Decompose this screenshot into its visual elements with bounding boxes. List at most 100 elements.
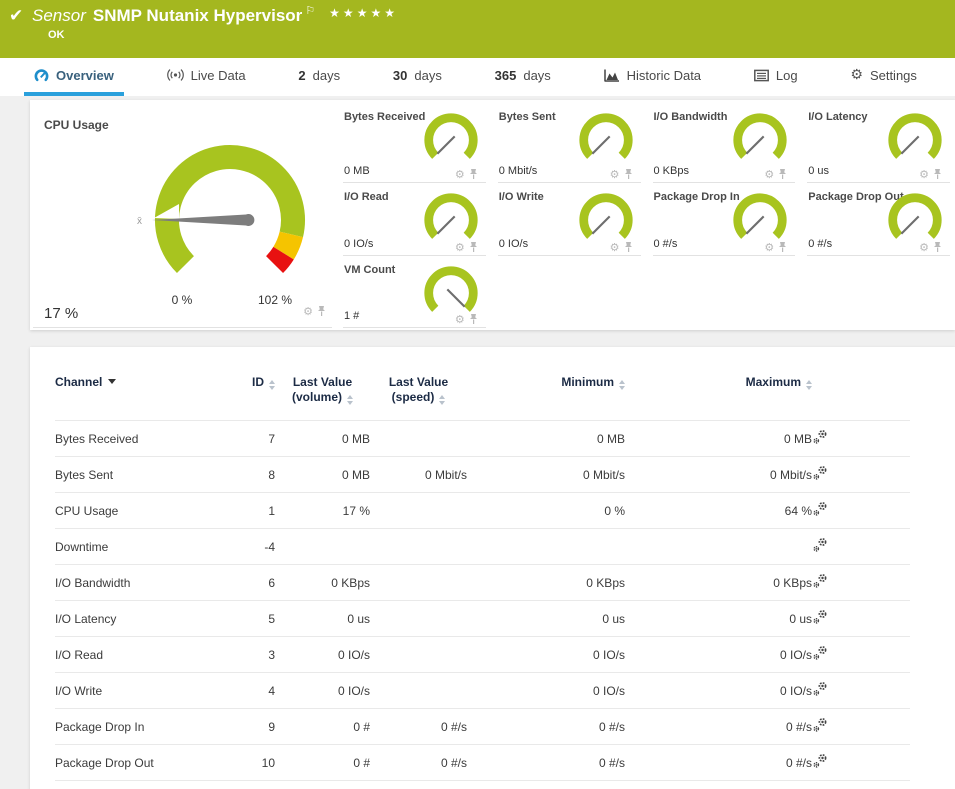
pin-icon[interactable] bbox=[778, 168, 787, 180]
pin-icon[interactable] bbox=[469, 241, 478, 253]
gauge-cell-cpu-usage[interactable]: CPU Usage x̄ 17 % 0 % 102 % ⚙ bbox=[33, 103, 332, 328]
gauge-cell-i-o-latency[interactable]: I/O Latency 0 us ⚙ bbox=[807, 103, 950, 183]
column-header-maximum[interactable]: Maximum bbox=[625, 375, 812, 421]
gear-icon[interactable]: ⚙ bbox=[455, 314, 465, 325]
gauge-value: 0 IO/s bbox=[344, 238, 373, 250]
cell-last-value-speed bbox=[370, 565, 467, 601]
channel-settings-button[interactable] bbox=[812, 709, 910, 745]
gauge-cell-tools: ⚙ bbox=[610, 168, 633, 180]
cell-maximum: 64 % bbox=[625, 493, 812, 529]
gear-icon[interactable]: ⚙ bbox=[303, 306, 313, 317]
gauge-cell-package-drop-out[interactable]: Package Drop Out 0 #/s ⚙ bbox=[807, 183, 950, 256]
sensor-title: SNMP Nutanix Hypervisor bbox=[93, 6, 302, 25]
gauge-cell-i-o-write[interactable]: I/O Write 0 IO/s ⚙ bbox=[498, 183, 641, 256]
pin-icon[interactable] bbox=[933, 168, 942, 180]
cell-minimum: 0 % bbox=[467, 493, 625, 529]
cell-maximum: 0 IO/s bbox=[625, 637, 812, 673]
cell-id: 10 bbox=[245, 745, 275, 781]
channel-row-package-drop-out[interactable]: Package Drop Out 10 0 # 0 #/s 0 #/s 0 #/… bbox=[55, 745, 910, 781]
pin-icon[interactable] bbox=[469, 168, 478, 180]
log-lines-icon bbox=[754, 69, 769, 82]
gauge-value: 0 #/s bbox=[654, 238, 678, 250]
channel-settings-button[interactable] bbox=[812, 745, 910, 781]
gauge-value: 1 # bbox=[344, 310, 359, 322]
channel-row-cpu-usage[interactable]: CPU Usage 1 17 % 0 % 64 % bbox=[55, 493, 910, 529]
gauge-value: 0 MB bbox=[344, 165, 370, 177]
channel-settings-button[interactable] bbox=[812, 673, 910, 709]
column-header-last-value-speed[interactable]: Last Value(speed) bbox=[370, 375, 467, 421]
channel-settings-button[interactable] bbox=[812, 529, 910, 565]
gauge-cell-tools: ⚙ bbox=[610, 241, 633, 253]
flag-icon[interactable]: ⚐ bbox=[305, 5, 315, 17]
gauge-label: I/O Latency bbox=[808, 111, 867, 123]
pin-icon[interactable] bbox=[469, 313, 478, 325]
mini-gauge bbox=[884, 111, 946, 173]
cell-last-value-volume: 0 IO/s bbox=[275, 673, 370, 709]
gear-icon[interactable]: ⚙ bbox=[764, 242, 774, 253]
cell-last-value-volume: 0 MB bbox=[275, 457, 370, 493]
pin-icon[interactable] bbox=[624, 168, 633, 180]
channel-row-bytes-sent[interactable]: Bytes Sent 8 0 MB 0 Mbit/s 0 Mbit/s 0 Mb… bbox=[55, 457, 910, 493]
channel-settings-button[interactable] bbox=[812, 637, 910, 673]
gauge-cell-package-drop-in[interactable]: Package Drop In 0 #/s ⚙ bbox=[653, 183, 796, 256]
tab-live-data[interactable]: Live Data bbox=[157, 58, 256, 96]
channel-gears-icon bbox=[812, 501, 828, 517]
cell-maximum bbox=[625, 529, 812, 565]
mini-gauge bbox=[729, 111, 791, 173]
gear-icon[interactable]: ⚙ bbox=[455, 242, 465, 253]
pin-icon[interactable] bbox=[317, 305, 326, 317]
priority-stars[interactable]: ★★★★★ bbox=[329, 6, 398, 20]
gear-icon[interactable]: ⚙ bbox=[610, 242, 620, 253]
gear-icon[interactable]: ⚙ bbox=[919, 242, 929, 253]
cell-channel: Package Drop Out bbox=[55, 745, 245, 781]
cell-maximum: 0 us bbox=[625, 601, 812, 637]
gauge-cell-i-o-bandwidth[interactable]: I/O Bandwidth 0 KBps ⚙ bbox=[653, 103, 796, 183]
channel-row-i-o-bandwidth[interactable]: I/O Bandwidth 6 0 KBps 0 KBps 0 KBps bbox=[55, 565, 910, 601]
gear-icon[interactable]: ⚙ bbox=[455, 169, 465, 180]
column-header-channel[interactable]: Channel bbox=[55, 375, 245, 421]
gauge-label: Bytes Received bbox=[344, 111, 425, 123]
gear-icon[interactable]: ⚙ bbox=[764, 169, 774, 180]
channel-settings-button[interactable] bbox=[812, 493, 910, 529]
channel-row-i-o-latency[interactable]: I/O Latency 5 0 us 0 us 0 us bbox=[55, 601, 910, 637]
channel-settings-button[interactable] bbox=[812, 601, 910, 637]
gauge-cell-i-o-read[interactable]: I/O Read 0 IO/s ⚙ bbox=[343, 183, 486, 256]
column-header-minimum[interactable]: Minimum bbox=[467, 375, 625, 421]
gauge-cell-bytes-sent[interactable]: Bytes Sent 0 Mbit/s ⚙ bbox=[498, 103, 641, 183]
cell-id: 9 bbox=[245, 709, 275, 745]
tab-settings[interactable]: ⚙ Settings bbox=[840, 58, 927, 96]
pin-icon[interactable] bbox=[778, 241, 787, 253]
cell-last-value-volume bbox=[275, 529, 370, 565]
channel-row-i-o-write[interactable]: I/O Write 4 0 IO/s 0 IO/s 0 IO/s bbox=[55, 673, 910, 709]
pin-icon[interactable] bbox=[933, 241, 942, 253]
tab-30-days[interactable]: 30 days bbox=[383, 58, 452, 96]
gauge-cell-bytes-received[interactable]: Bytes Received 0 MB ⚙ bbox=[343, 103, 486, 183]
cell-last-value-speed: 0 Mbit/s bbox=[370, 457, 467, 493]
channel-row-downtime[interactable]: Downtime -4 bbox=[55, 529, 910, 565]
channel-row-package-drop-in[interactable]: Package Drop In 9 0 # 0 #/s 0 #/s 0 #/s bbox=[55, 709, 910, 745]
tab-2-days[interactable]: 2 days bbox=[288, 58, 350, 96]
channel-settings-button[interactable] bbox=[812, 457, 910, 493]
gauge-cell-vm-count[interactable]: VM Count 1 # ⚙ bbox=[343, 256, 486, 328]
tab-overview[interactable]: Overview bbox=[24, 58, 124, 96]
column-header-id[interactable]: ID bbox=[245, 375, 275, 421]
cell-maximum: 0 Mbit/s bbox=[625, 457, 812, 493]
channel-settings-button[interactable] bbox=[812, 421, 910, 457]
mini-gauge bbox=[420, 111, 482, 173]
cell-id: 1 bbox=[245, 493, 275, 529]
sensor-status-badge: OK bbox=[48, 29, 65, 41]
channel-settings-button[interactable] bbox=[812, 781, 910, 789]
cell-channel: I/O Write bbox=[55, 673, 245, 709]
tab-365-days[interactable]: 365 days bbox=[485, 58, 561, 96]
tab-log[interactable]: Log bbox=[744, 58, 808, 96]
channel-row-vm-count[interactable]: VM Count 2 1 # 1 # 1 # bbox=[55, 781, 910, 789]
gear-icon[interactable]: ⚙ bbox=[919, 169, 929, 180]
cell-channel: Bytes Received bbox=[55, 421, 245, 457]
column-header-last-value-volume[interactable]: Last Value(volume) bbox=[275, 375, 370, 421]
gear-icon[interactable]: ⚙ bbox=[610, 169, 620, 180]
channel-row-bytes-received[interactable]: Bytes Received 7 0 MB 0 MB 0 MB bbox=[55, 421, 910, 457]
channel-row-i-o-read[interactable]: I/O Read 3 0 IO/s 0 IO/s 0 IO/s bbox=[55, 637, 910, 673]
tab-historic-data[interactable]: Historic Data bbox=[594, 58, 711, 96]
channel-settings-button[interactable] bbox=[812, 565, 910, 601]
pin-icon[interactable] bbox=[624, 241, 633, 253]
